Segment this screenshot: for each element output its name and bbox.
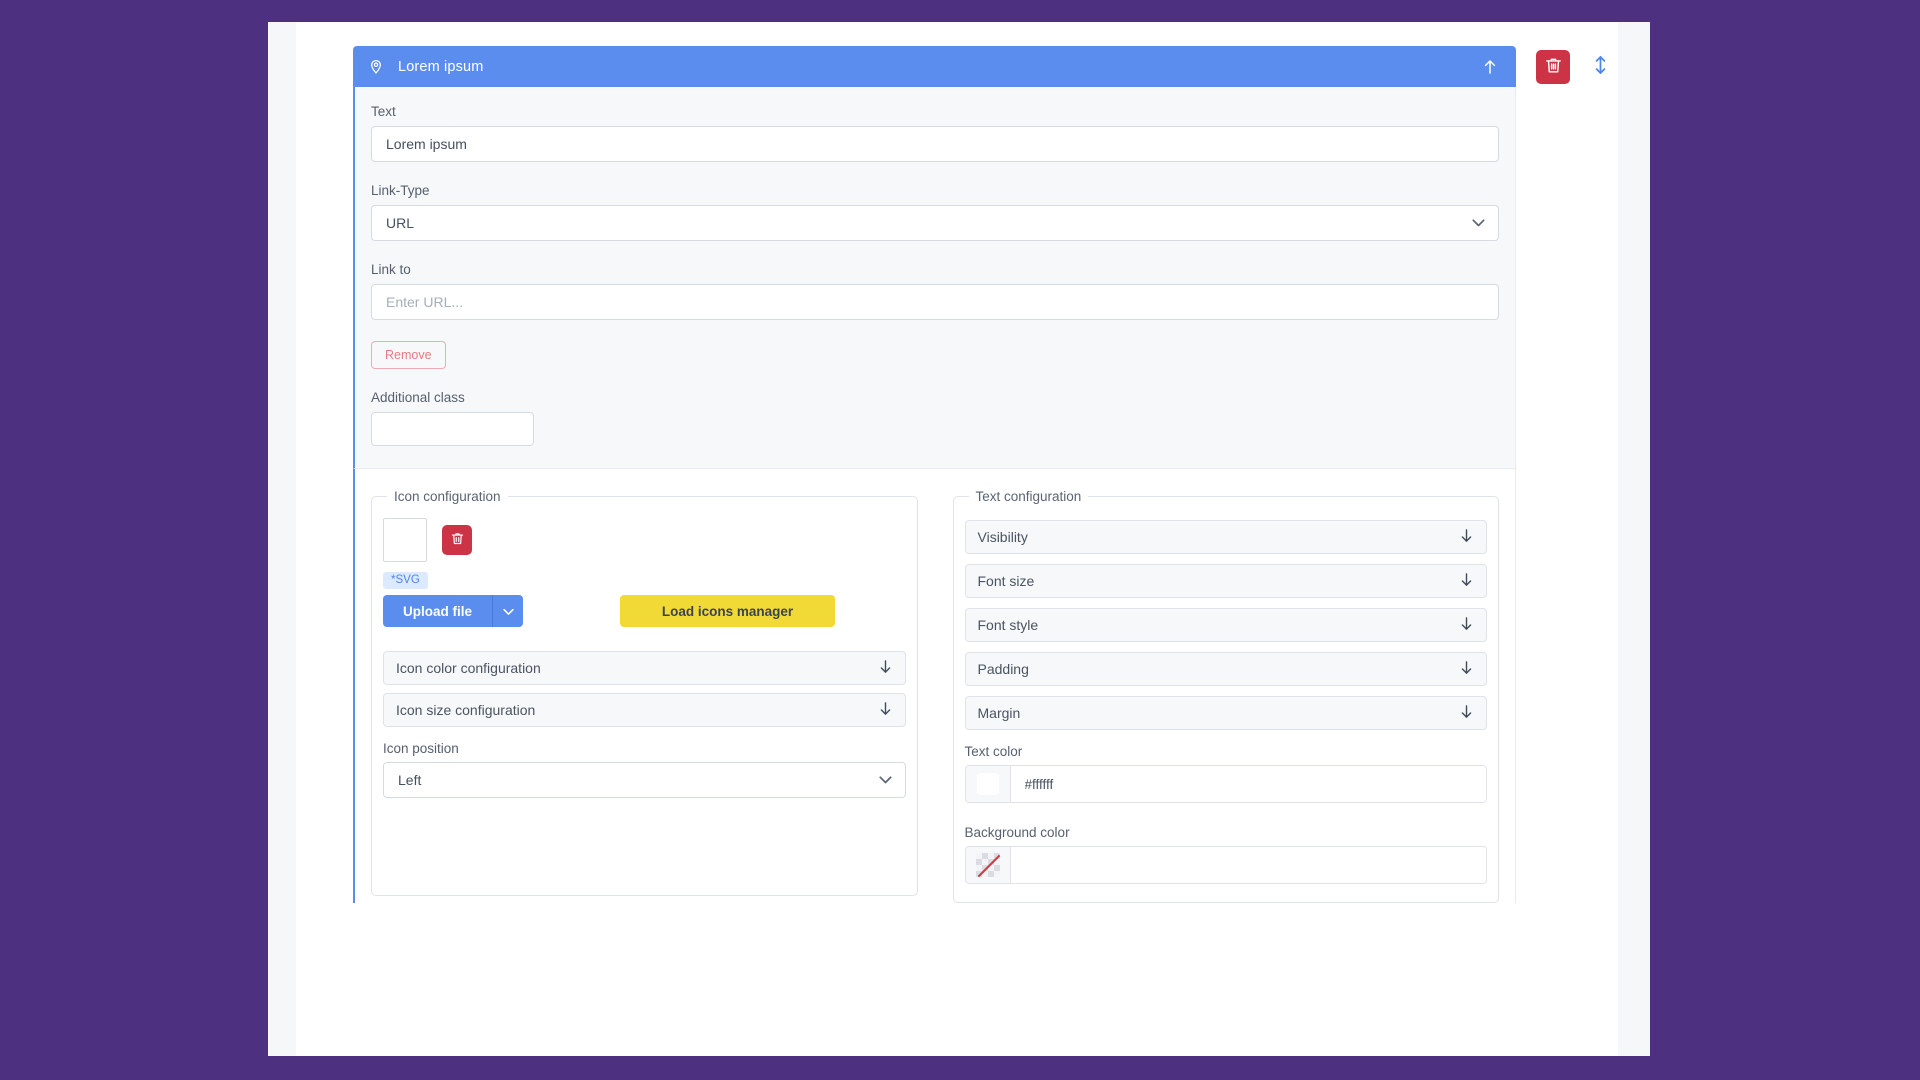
text-color-field <box>964 765 1487 803</box>
accordion-label: Icon size configuration <box>396 702 536 718</box>
chevron-down-icon <box>502 604 514 619</box>
arrow-up-icon[interactable] <box>1480 57 1500 77</box>
field-link-type: Link-Type <box>371 183 1499 241</box>
icon-configuration-legend: Icon configuration <box>394 489 501 504</box>
arrow-down-icon <box>879 701 892 719</box>
card-upper-panel: Text Link-Type Link to <box>353 87 1516 468</box>
remove-row: Remove <box>371 341 1499 369</box>
background-color-input[interactable] <box>1010 847 1486 883</box>
accordion-font-size[interactable]: Font size <box>964 564 1487 598</box>
text-color-swatch-button[interactable] <box>965 766 1011 802</box>
arrow-down-icon <box>1460 660 1473 678</box>
accordion-label: Font style <box>977 617 1039 633</box>
upload-file-button[interactable]: Upload file <box>383 595 493 627</box>
color-chip <box>976 773 999 795</box>
shell-gutter-left <box>268 22 296 1056</box>
text-input[interactable] <box>371 126 1499 162</box>
element-card: Lorem ipsum Text Link-Type <box>353 46 1516 903</box>
background-color-swatch-button[interactable] <box>965 847 1011 883</box>
field-additional-class: Additional class <box>371 390 1499 446</box>
accordion-label: Visibility <box>977 529 1028 545</box>
card-title: Lorem ipsum <box>398 58 484 75</box>
additional-class-input[interactable] <box>371 412 534 446</box>
accordion-padding[interactable]: Padding <box>964 652 1487 686</box>
icon-preview[interactable] <box>383 518 427 562</box>
map-marker-icon <box>367 58 385 76</box>
text-color-label: Text color <box>964 744 1023 759</box>
icon-position-select-wrap <box>383 762 906 798</box>
upload-row: Upload file Load icons manager <box>383 595 906 627</box>
accordion-visibility[interactable]: Visibility <box>964 520 1487 554</box>
field-link-to: Link to <box>371 262 1499 320</box>
accordion-label: Icon color configuration <box>396 660 541 676</box>
arrow-down-icon <box>1460 528 1473 546</box>
icon-config-column: Icon configuration *SVG Upload file Load… <box>371 489 918 903</box>
background-color-label: Background color <box>964 825 1070 840</box>
arrow-down-icon <box>1460 616 1473 634</box>
link-type-select[interactable] <box>371 205 1499 241</box>
icon-accordion-list: Icon color configuration Icon size confi… <box>383 651 906 727</box>
arrow-down-icon <box>1460 704 1473 722</box>
trash-icon <box>1544 56 1563 78</box>
text-configuration-legend: Text configuration <box>975 489 1082 504</box>
arrows-up-down-icon <box>1592 54 1609 79</box>
reorder-card-handle[interactable] <box>1588 53 1612 81</box>
link-type-label: Link-Type <box>371 183 430 198</box>
accordion-label: Margin <box>977 705 1021 721</box>
icon-position-label: Icon position <box>383 741 459 756</box>
link-to-input[interactable] <box>371 284 1499 320</box>
delete-card-button[interactable] <box>1536 49 1570 84</box>
card-header[interactable]: Lorem ipsum <box>353 46 1516 87</box>
accordion-margin[interactable]: Margin <box>964 696 1487 730</box>
accordion-label: Padding <box>977 661 1029 677</box>
additional-class-label: Additional class <box>371 390 465 405</box>
field-text: Text <box>371 104 1499 162</box>
upload-file-dropdown-toggle[interactable] <box>492 595 524 627</box>
icon-position-select[interactable] <box>383 762 906 798</box>
icon-configuration-group: Icon configuration *SVG Upload file Load… <box>371 489 918 896</box>
remove-button[interactable]: Remove <box>371 341 446 369</box>
shell-gutter-right <box>1618 22 1650 1056</box>
icon-preview-row <box>383 518 906 562</box>
delete-icon-button[interactable] <box>442 525 472 555</box>
svg-format-badge: *SVG <box>383 572 428 589</box>
arrow-down-icon <box>879 659 892 677</box>
text-label: Text <box>371 104 396 119</box>
accordion-icon-color-configuration[interactable]: Icon color configuration <box>383 651 906 685</box>
accordion-label: Font size <box>977 573 1035 589</box>
card-actions <box>1536 46 1612 87</box>
accordion-icon-size-configuration[interactable]: Icon size configuration <box>383 693 906 727</box>
text-config-column: Text configuration Visibility Font size <box>952 489 1499 903</box>
page-shell: Lorem ipsum Text Link-Type <box>268 22 1650 1056</box>
text-configuration-group: Text configuration Visibility Font size <box>952 489 1499 903</box>
arrow-down-icon <box>1460 572 1473 590</box>
card-lower-panel: Icon configuration *SVG Upload file Load… <box>353 468 1516 903</box>
trash-icon <box>450 531 465 549</box>
background-color-field <box>964 846 1487 884</box>
load-icons-manager-button[interactable]: Load icons manager <box>620 595 836 627</box>
editor-surface: Lorem ipsum Text Link-Type <box>296 22 1618 1056</box>
no-color-icon <box>975 853 1000 877</box>
text-color-input[interactable] <box>1010 766 1486 802</box>
link-to-label: Link to <box>371 262 411 277</box>
accordion-font-style[interactable]: Font style <box>964 608 1487 642</box>
